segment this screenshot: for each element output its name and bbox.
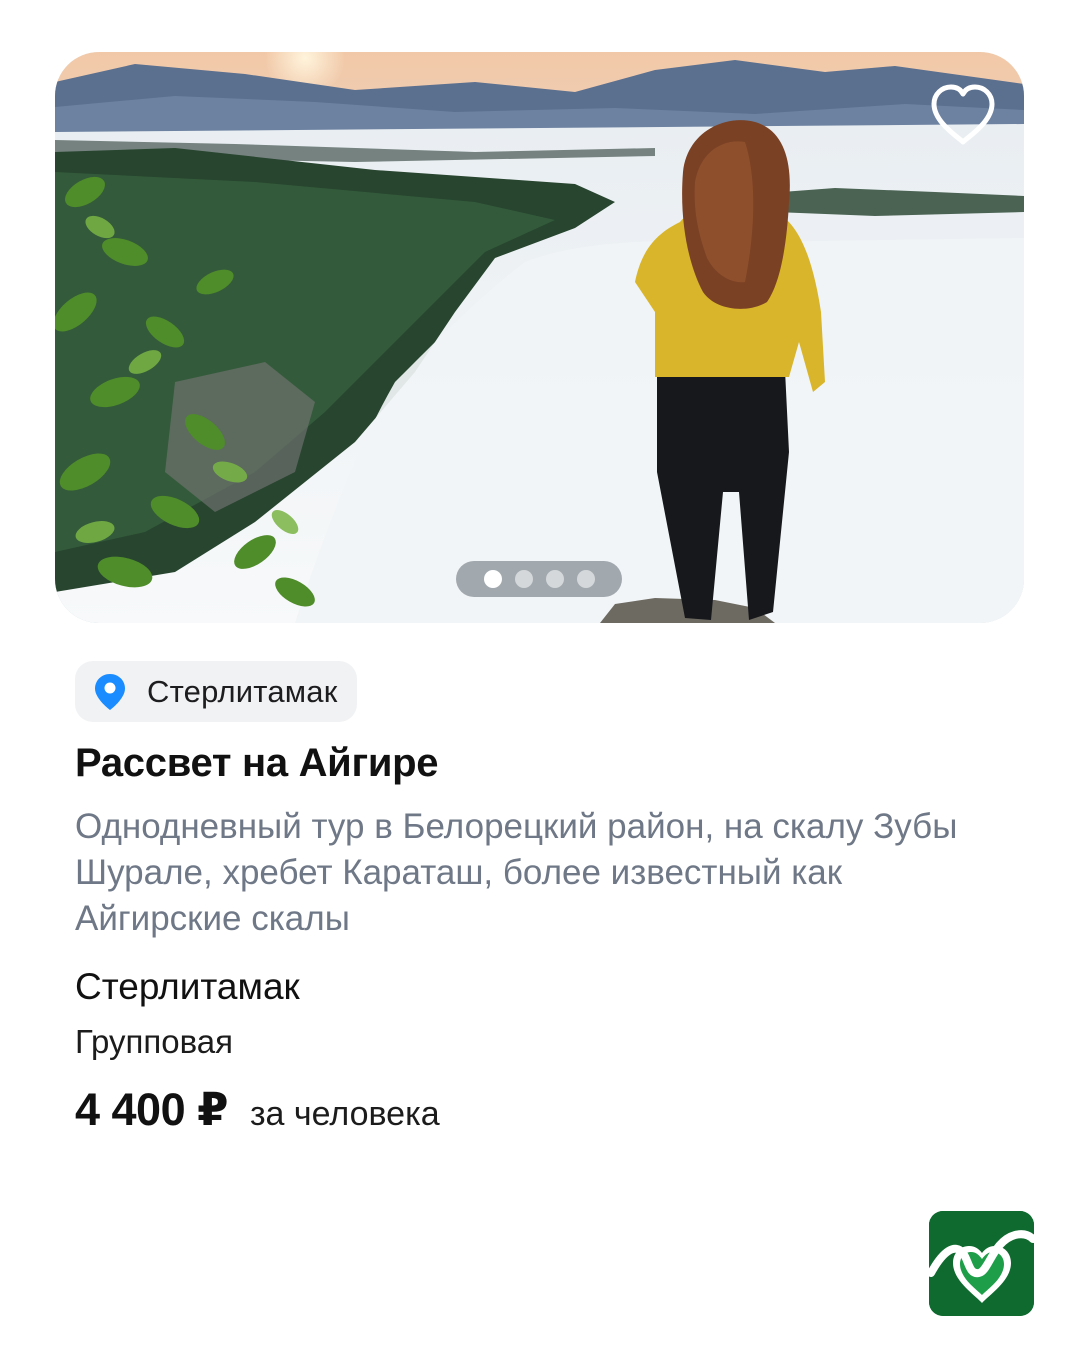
app-logo-icon — [929, 1211, 1034, 1316]
pager-dot-1[interactable] — [483, 570, 502, 588]
location-chip[interactable]: Стерлитамак — [75, 661, 358, 722]
photo-pager — [456, 561, 622, 597]
tour-type: Групповая — [75, 1023, 233, 1060]
tour-description: Однодневный тур в Белорецкий район, на с… — [75, 807, 958, 938]
tour-price: 4 400 ₽ — [75, 1084, 228, 1135]
tour-photo[interactable] — [55, 52, 1024, 623]
location-chip-label: Стерлитамак — [147, 673, 338, 709]
pager-dot-4[interactable] — [576, 570, 595, 588]
tour-city: Стерлитамак — [75, 966, 300, 1007]
price-unit: за человека — [249, 1095, 440, 1133]
location-pin-icon — [93, 672, 127, 712]
pager-dot-3[interactable] — [545, 570, 564, 588]
tour-title[interactable]: Рассвет на Айгире — [75, 741, 439, 786]
tour-photo-scene — [55, 52, 1024, 623]
price-row: 4 400 ₽ за человека — [75, 1083, 440, 1136]
pager-dot-2[interactable] — [514, 570, 533, 588]
heart-outline-icon — [931, 84, 995, 145]
favorite-button[interactable] — [928, 82, 998, 148]
